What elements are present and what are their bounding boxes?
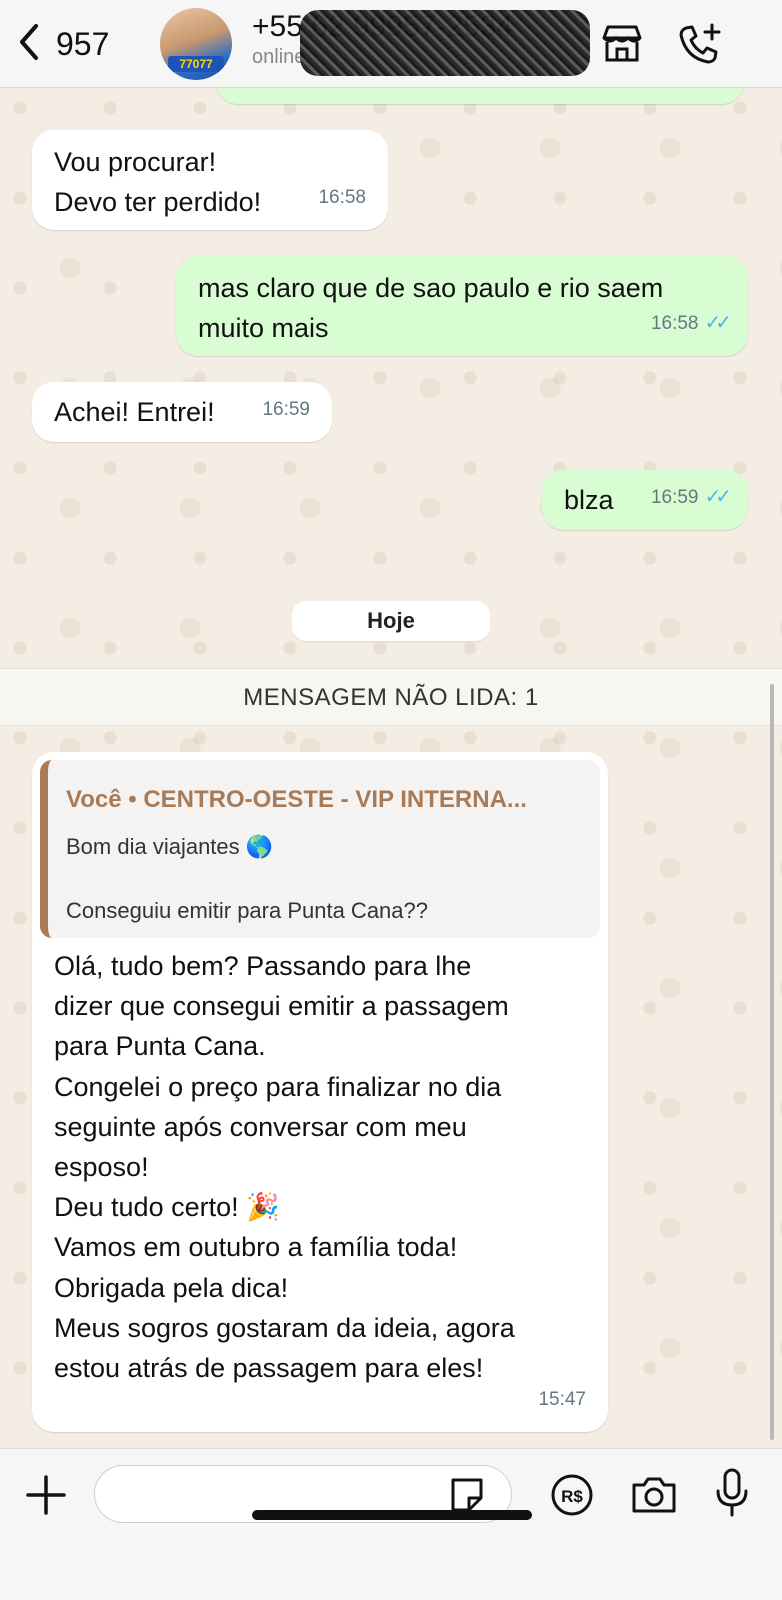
back-button[interactable]: 957: [14, 20, 109, 68]
svg-text:R$: R$: [561, 1487, 583, 1506]
chat-header: 957 77077 +55 62 99957-2534 online: [0, 0, 782, 88]
chevron-left-icon: [14, 22, 44, 67]
scrollbar[interactable]: [770, 684, 774, 1440]
message-time-wrap: 16:59 ✓✓: [650, 477, 732, 518]
message-text: Olá, tudo bem? Passando para lhe dizer q…: [54, 951, 515, 1384]
storefront-icon[interactable]: [598, 22, 646, 66]
avatar[interactable]: 77077: [160, 8, 232, 80]
message-bubble-incoming[interactable]: Vou procurar! Devo ter perdido! 16:58: [32, 130, 388, 230]
message-text: mas claro que de sao paulo e rio saem mu…: [198, 273, 664, 343]
message-time: 16:59: [262, 399, 310, 420]
message-time: 16:58: [650, 313, 699, 334]
unread-chats-count: 957: [56, 25, 110, 62]
message-time-wrap: 16:58 ✓✓: [650, 303, 732, 344]
message-time: 16:59: [650, 487, 699, 508]
home-indicator[interactable]: [252, 1510, 532, 1520]
read-ticks-icon: ✓✓: [704, 312, 731, 334]
message-time: 16:58: [318, 187, 366, 208]
composer-bar: R$: [0, 1448, 782, 1600]
day-separator: Hoje: [292, 601, 490, 641]
message-bubble-incoming-reply[interactable]: Você • CENTRO-OESTE - VIP INTERNA... Bom…: [32, 752, 608, 1432]
redaction-scribble: [300, 10, 590, 76]
read-ticks-icon: ✓✓: [704, 486, 731, 508]
message-time: 15:47: [538, 1389, 586, 1410]
sticker-icon[interactable]: [447, 1476, 487, 1512]
avatar-badge: 77077: [168, 56, 224, 72]
camera-icon[interactable]: [630, 1473, 678, 1517]
microphone-icon[interactable]: [712, 1467, 752, 1519]
quote-author: Você • CENTRO-OESTE - VIP INTERNA...: [66, 786, 527, 813]
message-bubble-incoming[interactable]: Achei! Entrei! 16:59: [32, 382, 332, 442]
quoted-message[interactable]: Você • CENTRO-OESTE - VIP INTERNA... Bom…: [40, 760, 600, 938]
unread-messages-divider: MENSAGEM NÃO LIDA: 1: [0, 668, 782, 726]
payment-icon[interactable]: R$: [550, 1473, 594, 1517]
quote-line: Bom dia viajantes 🌎: [66, 834, 274, 859]
quote-line: Conseguiu emitir para Punta Cana??: [66, 898, 429, 923]
plus-icon[interactable]: [24, 1473, 68, 1517]
phone-add-icon[interactable]: [676, 22, 724, 66]
message-bubble-outgoing[interactable]: mas claro que de sao paulo e rio saem mu…: [176, 256, 748, 356]
message-bubble-outgoing[interactable]: blza 16:59 ✓✓: [542, 470, 748, 530]
